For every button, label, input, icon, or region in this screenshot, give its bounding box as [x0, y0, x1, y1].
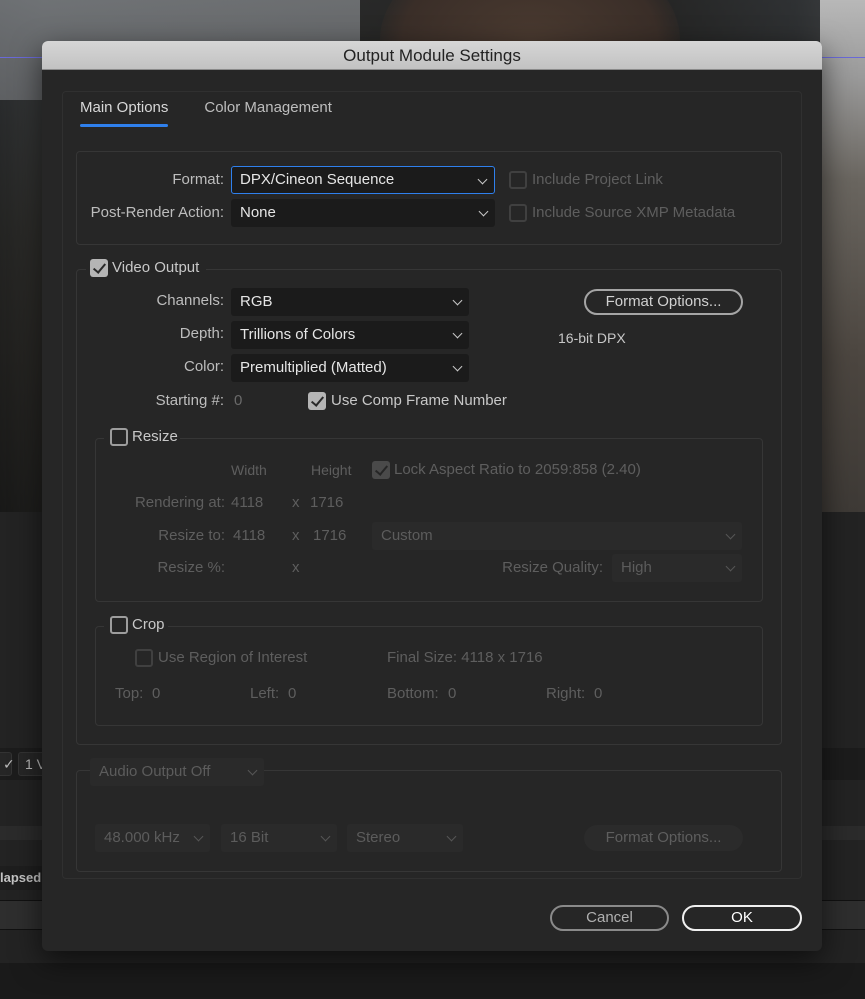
resize-preset-select[interactable]: Custom [372, 522, 742, 550]
chevron-down-icon [725, 561, 736, 572]
audio-channels-select[interactable]: Stereo [347, 824, 463, 852]
color-select[interactable]: Premultiplied (Matted) [231, 354, 469, 382]
resize-quality-select[interactable]: High [612, 554, 742, 582]
ok-button[interactable]: OK [682, 905, 802, 931]
chevron-down-icon [452, 328, 463, 339]
video-format-options-button[interactable]: Format Options... [584, 289, 743, 315]
resize-label: Resize [132, 428, 178, 445]
starting-number-label: Starting #: [155, 392, 224, 409]
resize-percent-label: Resize %: [157, 559, 225, 576]
chevron-down-icon [247, 765, 258, 776]
depth-select[interactable]: Trillions of Colors [231, 321, 469, 349]
color-label: Color: [183, 358, 224, 375]
dialog-title: Output Module Settings [42, 41, 822, 70]
channels-select[interactable]: RGB [231, 288, 469, 316]
post-render-action-label: Post-Render Action: [90, 204, 224, 221]
resize-preset-value: Custom [381, 527, 433, 544]
width-header: Width [231, 462, 267, 478]
crop-group [95, 626, 763, 726]
toolbar-dropdown[interactable]: ✓ [0, 752, 15, 776]
crop-bottom-label: Bottom: [387, 685, 439, 702]
chevron-down-icon [477, 174, 488, 185]
audio-sample-rate-value: 48.000 kHz [104, 829, 180, 846]
format-info-text: 16-bit DPX [558, 330, 626, 346]
tab-bar: Main Options Color Management [80, 99, 332, 127]
include-project-link-checkbox[interactable] [509, 171, 527, 189]
tab-color-management[interactable]: Color Management [204, 99, 332, 125]
resize-percent-x: x [292, 559, 300, 576]
channels-label: Channels: [156, 292, 224, 309]
rendering-at-x: x [292, 494, 300, 511]
use-comp-frame-number-label: Use Comp Frame Number [331, 392, 507, 409]
crop-checkbox[interactable] [110, 616, 128, 634]
crop-left-label: Left: [250, 685, 280, 702]
audio-output-value: Audio Output Off [99, 763, 211, 780]
rendering-at-width: 4118 [231, 494, 264, 511]
crop-left-field[interactable]: 0 [288, 685, 296, 702]
format-value: DPX/Cineon Sequence [240, 171, 395, 188]
resize-quality-value: High [621, 559, 652, 576]
crop-top-label: Top: [115, 685, 144, 702]
chevron-down-icon [193, 831, 204, 842]
chevron-down-icon [725, 529, 736, 540]
chevron-down-icon [446, 831, 457, 842]
chevron-down-icon [452, 361, 463, 372]
post-render-action-value: None [240, 204, 276, 221]
post-render-action-select[interactable]: None [231, 199, 495, 227]
elapsed-label: lapsed: [0, 866, 44, 890]
output-module-settings-dialog: Output Module Settings Main Options Colo… [42, 41, 822, 951]
color-value: Premultiplied (Matted) [240, 359, 387, 376]
rendering-at-label: Rendering at: [134, 494, 225, 511]
resize-checkbox[interactable] [110, 428, 128, 446]
use-comp-frame-number-checkbox[interactable] [308, 392, 326, 410]
starting-number-field[interactable]: 0 [234, 392, 242, 409]
crop-bottom-field[interactable]: 0 [448, 685, 456, 702]
audio-bit-depth-select[interactable]: 16 Bit [221, 824, 337, 852]
lock-aspect-ratio-checkbox[interactable] [372, 461, 390, 479]
audio-format-options-button[interactable]: Format Options... [584, 825, 743, 851]
status-bar [0, 963, 865, 999]
cancel-button[interactable]: Cancel [550, 905, 669, 931]
audio-sample-rate-select[interactable]: 48.000 kHz [95, 824, 210, 852]
resize-quality-label: Resize Quality: [502, 559, 603, 576]
final-size-text: Final Size: 4118 x 1716 [387, 649, 543, 666]
include-project-link-label: Include Project Link [532, 171, 663, 188]
resize-to-x: x [292, 527, 300, 544]
audio-output-select[interactable]: Audio Output Off [90, 758, 264, 786]
lock-aspect-ratio-label: Lock Aspect Ratio to 2059:858 (2.40) [394, 461, 641, 478]
use-region-of-interest-label: Use Region of Interest [158, 649, 308, 666]
chevron-down-icon [320, 831, 331, 842]
rendering-at-height: 1716 [310, 494, 344, 511]
audio-channels-value: Stereo [356, 829, 401, 846]
crop-right-field[interactable]: 0 [594, 685, 602, 702]
height-header: Height [311, 462, 352, 478]
video-output-checkbox[interactable] [90, 259, 108, 277]
resize-to-height-field[interactable]: 1716 [313, 527, 346, 544]
depth-label: Depth: [179, 325, 224, 342]
resize-to-width-field[interactable]: 4118 [233, 527, 265, 544]
resize-to-label: Resize to: [158, 527, 225, 544]
viewer-background-light [820, 0, 865, 512]
channels-value: RGB [240, 293, 273, 310]
tab-main-options[interactable]: Main Options [80, 99, 169, 127]
chevron-down-icon [478, 206, 489, 217]
audio-bit-depth-value: 16 Bit [230, 829, 269, 846]
include-xmp-metadata-label: Include Source XMP Metadata [532, 204, 736, 221]
format-label: Format: [172, 171, 224, 188]
video-output-label: Video Output [112, 259, 200, 276]
crop-right-label: Right: [546, 685, 586, 702]
format-select[interactable]: DPX/Cineon Sequence [231, 166, 495, 194]
crop-label: Crop [132, 616, 165, 633]
use-region-of-interest-checkbox[interactable] [135, 649, 153, 667]
crop-top-field[interactable]: 0 [152, 685, 160, 702]
chevron-down-icon [452, 295, 463, 306]
depth-value: Trillions of Colors [240, 326, 356, 343]
include-xmp-metadata-checkbox[interactable] [509, 204, 527, 222]
